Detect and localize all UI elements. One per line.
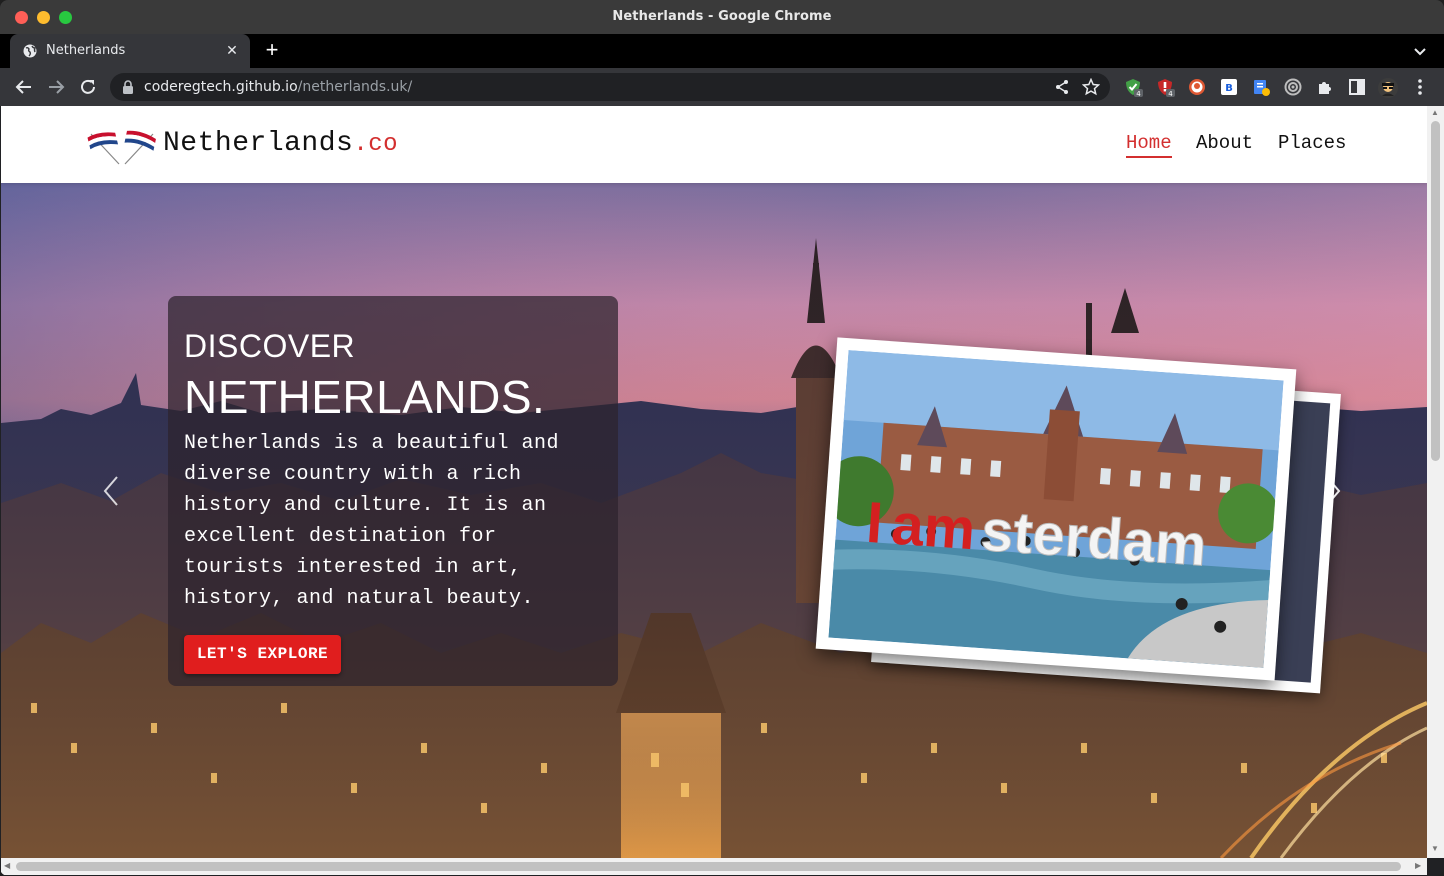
adguard-badge: 4 (1136, 90, 1141, 97)
tab-title: Netherlands (46, 43, 126, 58)
url-path: /netherlands.uk/ (297, 79, 413, 95)
hero-discover-heading: DISCOVER (184, 328, 356, 364)
horizontal-scrollbar[interactable]: ◀ ▶ (1, 858, 1427, 875)
tab-netherlands[interactable]: Netherlands ✕ (10, 34, 250, 68)
brand-suffix: .co (353, 131, 399, 158)
nav-places-link[interactable]: Places (1278, 132, 1346, 154)
scroll-up-arrow-icon[interactable]: ▲ (1431, 108, 1439, 117)
iamsterdam-postcard: I am sterdam (815, 337, 1297, 681)
window-title: Netherlands - Google Chrome (612, 9, 832, 24)
carousel-next-chevron-icon[interactable] (1321, 473, 1345, 509)
vertical-scrollbar[interactable]: ▲ ▼ (1427, 106, 1444, 858)
translate-icon[interactable] (1251, 77, 1271, 97)
title-bar: Netherlands - Google Chrome (0, 0, 1444, 34)
ublock-badge: 4 (1168, 90, 1173, 97)
back-arrow-icon[interactable] (14, 77, 34, 97)
hero-description: Netherlands is a beautiful and diverse c… (184, 432, 560, 610)
adguard-icon[interactable]: 4 (1123, 77, 1143, 98)
postcard-am-letters: am (889, 492, 977, 563)
puzzle-extensions-icon[interactable] (1315, 77, 1335, 97)
vertical-scrollbar-thumb[interactable] (1431, 121, 1440, 461)
scroll-right-arrow-icon[interactable]: ▶ (1415, 861, 1421, 870)
bitwarden-icon[interactable]: B (1219, 77, 1239, 97)
browser-window: Netherlands - Google Chrome Netherlands … (0, 0, 1444, 876)
sidepanel-icon[interactable] (1347, 77, 1367, 97)
hero-text-card: DISCOVER NETHERLANDS. Netherlands is a b… (168, 296, 618, 686)
iamsterdam-photo: I am sterdam (828, 350, 1284, 668)
ublock-icon[interactable]: 4 (1155, 77, 1175, 98)
duckduckgo-icon[interactable] (1187, 77, 1207, 97)
lock-icon[interactable] (122, 80, 134, 94)
kebab-menu-icon[interactable] (1410, 77, 1430, 97)
netherlands-flags-logo-icon[interactable] (85, 128, 159, 166)
carousel-prev-chevron-icon[interactable] (99, 473, 123, 509)
brand-name: Netherlands (163, 128, 354, 159)
scroll-left-arrow-icon[interactable]: ◀ (4, 861, 10, 870)
lets-explore-button[interactable]: LET'S EXPLORE (184, 635, 341, 674)
tab-strip: Netherlands ✕ + (0, 34, 1444, 68)
globe-icon (23, 44, 37, 58)
share-icon[interactable] (1054, 79, 1070, 95)
web-page: Netherlands.co Home About Places DISCOVE… (1, 106, 1427, 858)
hero-carousel: DISCOVER NETHERLANDS. Netherlands is a b… (1, 183, 1427, 858)
site-brand[interactable]: Netherlands.co (163, 128, 398, 159)
nav-about-link[interactable]: About (1196, 132, 1253, 154)
horizontal-scrollbar-thumb[interactable] (16, 862, 1401, 871)
reload-icon[interactable] (78, 77, 98, 97)
url-host: coderegtech.github.io (144, 79, 298, 95)
bookmark-star-icon[interactable] (1082, 78, 1100, 96)
nav-home-link[interactable]: Home (1126, 132, 1172, 158)
chevron-down-icon[interactable] (1412, 43, 1428, 59)
forward-arrow-icon[interactable] (46, 77, 66, 97)
address-bar[interactable]: coderegtech.github.io/netherlands.uk/ (110, 73, 1110, 101)
browser-toolbar: coderegtech.github.io/netherlands.uk/ 4 … (0, 68, 1444, 106)
profile-avatar-icon[interactable] (1377, 77, 1398, 98)
scroll-down-arrow-icon[interactable]: ▼ (1431, 844, 1439, 853)
svg-text:B: B (1225, 83, 1233, 94)
circle-target-icon[interactable] (1283, 77, 1303, 97)
hero-title: NETHERLANDS. (184, 371, 546, 423)
site-navbar: Netherlands.co Home About Places (1, 106, 1427, 183)
tab-close-icon[interactable]: ✕ (224, 42, 240, 58)
new-tab-button[interactable]: + (262, 39, 282, 61)
url-text[interactable]: coderegtech.github.io/netherlands.uk/ (144, 79, 412, 95)
